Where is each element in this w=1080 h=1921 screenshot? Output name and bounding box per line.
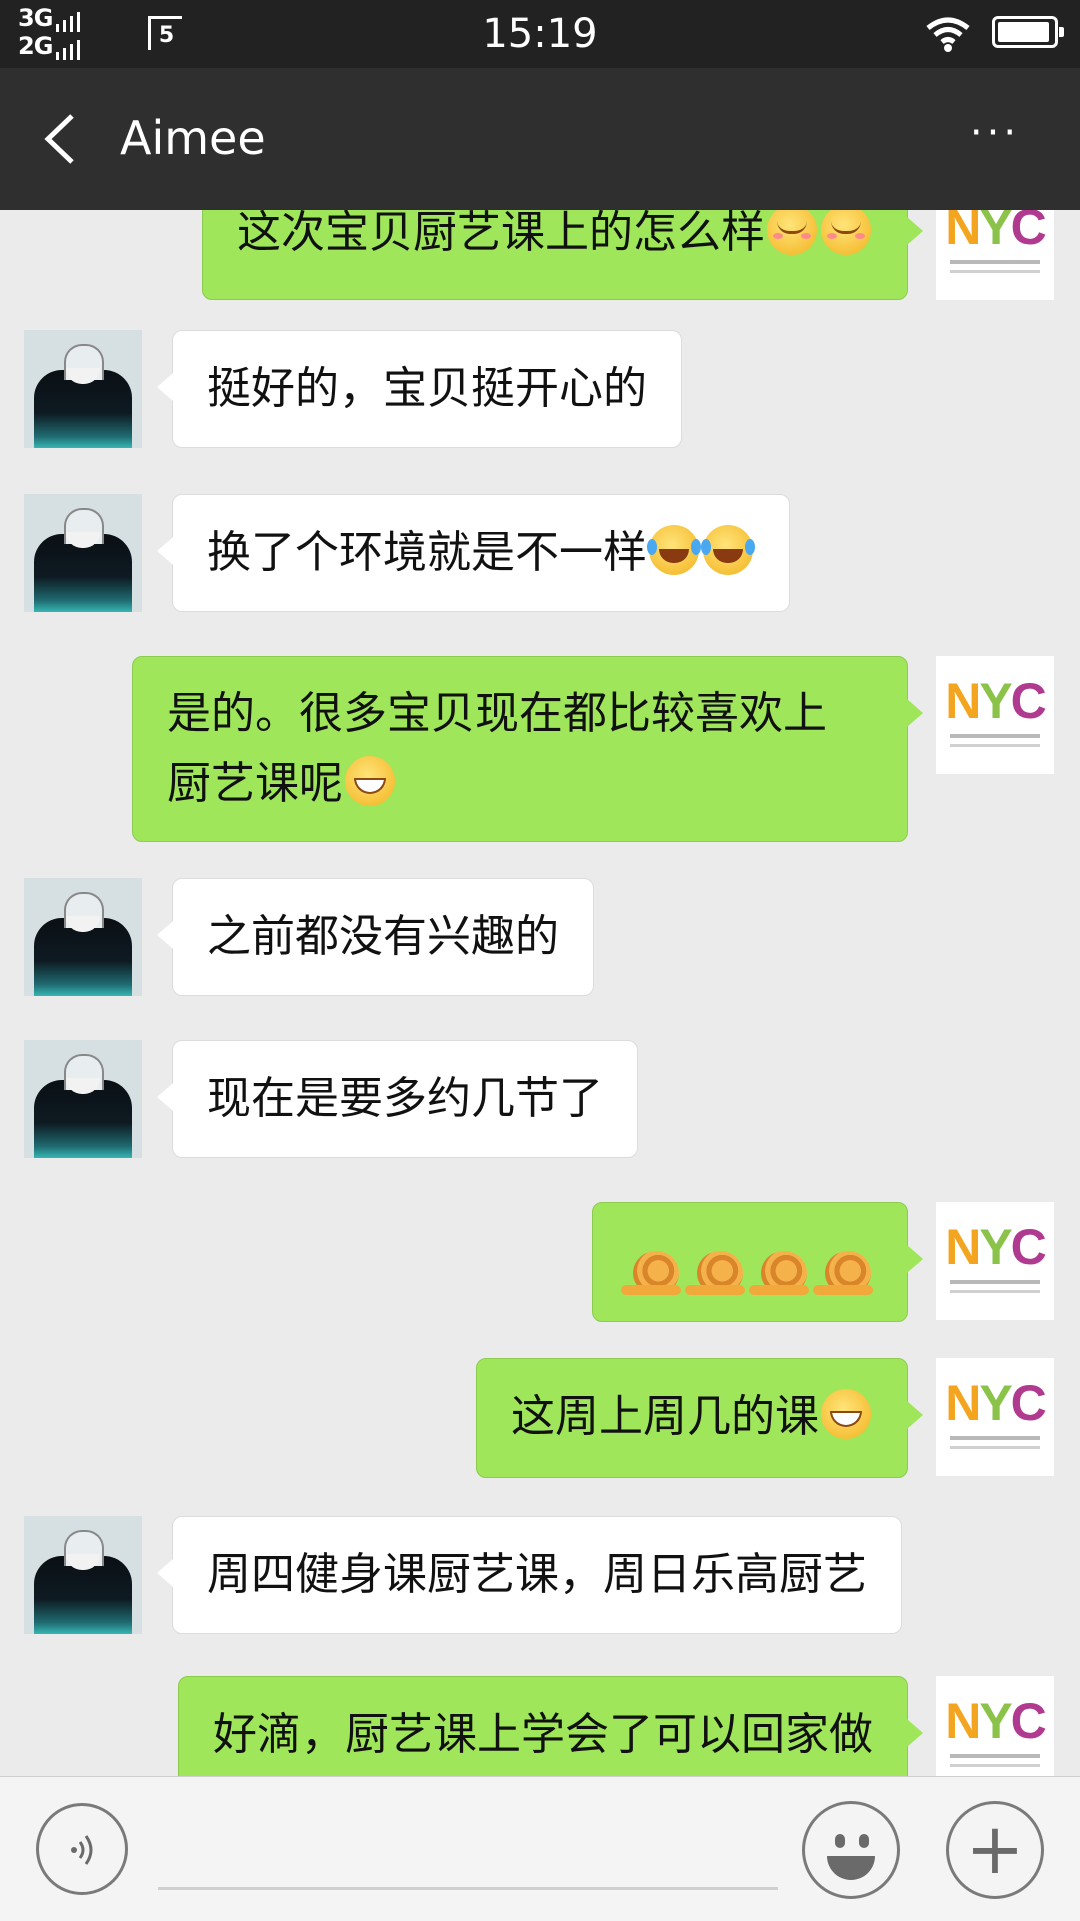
snail-emoji-icon bbox=[749, 1251, 809, 1295]
message-text-line: 是的。很多宝贝现在都比较喜欢上 bbox=[167, 688, 827, 739]
message-row: 这周上周几的课 NYC bbox=[0, 1358, 1080, 1488]
nyc-logo: NYC bbox=[945, 1375, 1047, 1431]
my-avatar[interactable]: NYC bbox=[936, 210, 1054, 300]
snail-emoji-icon bbox=[621, 1251, 681, 1295]
status-bar: 3G 2G 5 15:19 bbox=[0, 0, 1080, 68]
message-text: 换了个环境就是不一样 bbox=[207, 527, 647, 578]
message-bubble[interactable]: 之前都没有兴趣的 bbox=[157, 878, 594, 996]
message-text: 好滴，厨艺课上学会了可以回家做 bbox=[213, 1709, 873, 1760]
nyc-logo: NYC bbox=[945, 210, 1047, 255]
message-text: 周四健身课厨艺课，周日乐高厨艺 bbox=[207, 1549, 867, 1600]
message-row: NYC bbox=[0, 1202, 1080, 1332]
message-text: 这次宝贝厨艺课上的怎么样 bbox=[237, 210, 765, 258]
message-row: 换了个环境就是不一样 bbox=[0, 494, 1080, 624]
message-bubble[interactable]: 周四健身课厨艺课，周日乐高厨艺 bbox=[157, 1516, 902, 1634]
contact-avatar[interactable] bbox=[24, 878, 142, 996]
plus-icon[interactable]: + bbox=[946, 1801, 1044, 1899]
chat-header: Aimee ··· bbox=[0, 68, 1080, 210]
laugh-emoji-icon bbox=[701, 525, 753, 575]
message-row: 周四健身课厨艺课，周日乐高厨艺 bbox=[0, 1516, 1080, 1646]
snail-emoji-icon bbox=[813, 1251, 873, 1295]
status-time: 15:19 bbox=[482, 11, 598, 57]
message-row: 是的。很多宝贝现在都比较喜欢上 厨艺课呢 NYC bbox=[0, 656, 1080, 846]
nyc-logo: NYC bbox=[945, 673, 1047, 729]
contact-avatar[interactable] bbox=[24, 1040, 142, 1158]
my-avatar[interactable]: NYC bbox=[936, 1202, 1054, 1320]
my-avatar[interactable]: NYC bbox=[936, 1358, 1054, 1476]
input-bar: + bbox=[0, 1776, 1080, 1921]
wifi-icon bbox=[926, 17, 970, 52]
more-dots-icon[interactable]: ··· bbox=[960, 113, 1030, 158]
message-text: 挺好的，宝贝挺开心的 bbox=[207, 363, 647, 414]
contact-avatar[interactable] bbox=[24, 1516, 142, 1634]
message-bubble[interactable]: 这次宝贝厨艺课上的怎么样 bbox=[202, 210, 923, 300]
message-bubble[interactable]: 是的。很多宝贝现在都比较喜欢上 厨艺课呢 bbox=[132, 656, 923, 842]
chat-title: Aimee bbox=[120, 111, 266, 165]
nyc-logo: NYC bbox=[945, 1219, 1047, 1275]
message-text: 现在是要多约几节了 bbox=[207, 1073, 603, 1124]
contact-avatar[interactable] bbox=[24, 494, 142, 612]
laugh-emoji-icon bbox=[647, 525, 699, 575]
message-bubble[interactable]: 挺好的，宝贝挺开心的 bbox=[157, 330, 682, 448]
message-text: 这周上周几的课 bbox=[511, 1391, 819, 1442]
message-text: 之前都没有兴趣的 bbox=[207, 911, 559, 962]
message-row: 这次宝贝厨艺课上的怎么样 NYC bbox=[0, 210, 1080, 304]
smile-emoji-icon bbox=[821, 210, 871, 255]
message-list[interactable]: 这次宝贝厨艺课上的怎么样 NYC 挺好的，宝贝挺开心的 换了个环境就是不一样 是… bbox=[0, 210, 1080, 1776]
my-avatar[interactable]: NYC bbox=[936, 656, 1054, 774]
nyc-logo: NYC bbox=[945, 1693, 1047, 1749]
emoji-face-icon[interactable] bbox=[802, 1801, 900, 1899]
snail-emoji-icon bbox=[685, 1251, 745, 1295]
message-text-line: 厨艺课呢 bbox=[167, 758, 343, 809]
message-bubble[interactable]: 换了个环境就是不一样 bbox=[157, 494, 790, 612]
message-input[interactable] bbox=[158, 1887, 778, 1890]
message-row: 现在是要多约几节了 bbox=[0, 1040, 1080, 1170]
grin-emoji-icon bbox=[821, 1389, 871, 1439]
message-bubble[interactable] bbox=[592, 1202, 923, 1322]
message-row: 挺好的，宝贝挺开心的 bbox=[0, 330, 1080, 460]
voice-wave-icon bbox=[71, 1835, 93, 1865]
my-avatar[interactable]: NYC bbox=[936, 1676, 1054, 1776]
grin-emoji-icon bbox=[345, 756, 395, 806]
voice-icon[interactable] bbox=[36, 1803, 128, 1895]
battery-level bbox=[998, 22, 1049, 42]
smile-emoji-icon bbox=[767, 210, 817, 255]
battery-icon bbox=[992, 16, 1064, 48]
message-bubble[interactable]: 这周上周几的课 bbox=[476, 1358, 923, 1478]
contact-avatar[interactable] bbox=[24, 330, 142, 448]
message-bubble[interactable]: 好滴，厨艺课上学会了可以回家做 bbox=[178, 1676, 923, 1776]
chevron-left-icon[interactable] bbox=[38, 112, 88, 166]
message-row: 之前都没有兴趣的 bbox=[0, 878, 1080, 1008]
message-bubble[interactable]: 现在是要多约几节了 bbox=[157, 1040, 638, 1158]
message-row: 好滴，厨艺课上学会了可以回家做 NYC bbox=[0, 1676, 1080, 1776]
